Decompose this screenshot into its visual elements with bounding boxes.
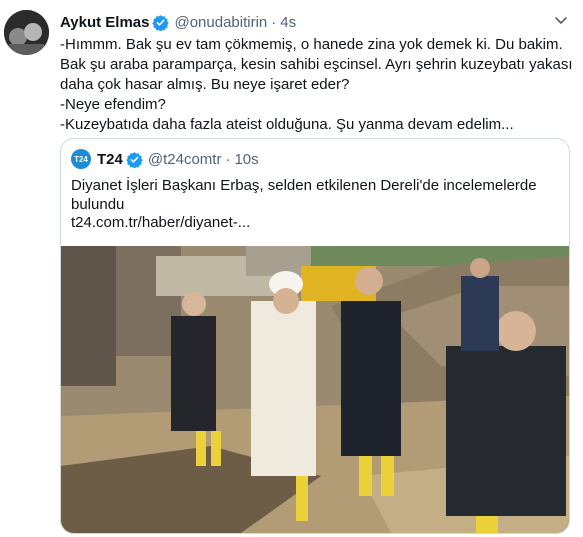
avatar[interactable] <box>4 10 49 55</box>
quoted-tweet-link[interactable]: t24.com.tr/haber/diyanet-... <box>71 214 250 231</box>
tweet[interactable]: Aykut Elmas @onudabitirin · 4s -Hımmm. B… <box>0 0 583 537</box>
tweet-text-line: daha çok hasar almış. Bu neye işaret ede… <box>60 76 350 93</box>
news-photo[interactable] <box>61 246 569 533</box>
author-handle[interactable]: @onudabitirin <box>174 14 267 31</box>
chevron-down-icon[interactable] <box>553 12 569 28</box>
tweet-header: Aykut Elmas @onudabitirin · 4s <box>60 12 296 32</box>
timestamp[interactable]: 4s <box>280 14 296 31</box>
quoted-timestamp[interactable]: 10s <box>234 151 258 168</box>
t24-logo[interactable]: T24 <box>71 149 91 169</box>
quoted-header-separator: · <box>225 150 231 168</box>
author-name[interactable]: Aykut Elmas <box>60 14 149 31</box>
quoted-tweet-card[interactable]: T24 T24 @t24comtr · 10s Diyanet İşleri B… <box>60 138 570 534</box>
quoted-tweet-text: Diyanet İşleri Başkanı Erbaş, selden etk… <box>71 177 537 213</box>
tweet-text: -Hımmm. Bak şu ev tam çökmemiş, o hanede… <box>60 35 575 135</box>
quoted-author-handle[interactable]: @t24comtr <box>148 151 222 168</box>
tweet-text-line: Bak şu araba paramparça, kesin sahibi eş… <box>60 56 573 73</box>
verified-badge-icon <box>152 14 170 31</box>
tweet-text-line: -Neye efendim? <box>60 96 166 113</box>
quoted-author-name[interactable]: T24 <box>97 151 123 168</box>
tweet-text-line: -Kuzeybatıda daha fazla ateist olduğuna.… <box>60 116 514 133</box>
tweet-text-line: -Hımmm. Bak şu ev tam çökmemiş, o hanede… <box>60 36 563 53</box>
quoted-tweet-header: T24 T24 @t24comtr · 10s <box>71 149 259 169</box>
verified-badge-icon <box>126 151 143 168</box>
header-separator: · <box>271 13 277 31</box>
